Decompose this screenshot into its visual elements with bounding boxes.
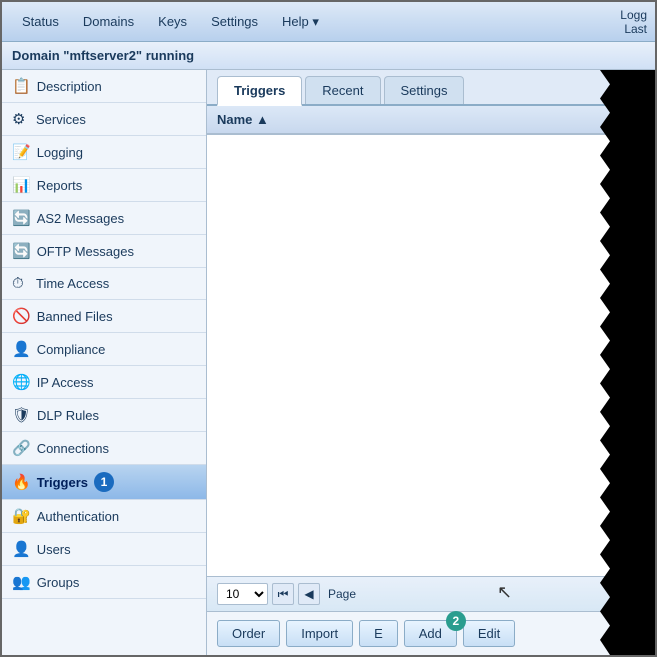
page-label: Page [324, 587, 360, 601]
services-icon: ⚙ [12, 110, 30, 128]
sidebar-item-label-banned-files: Banned Files [37, 309, 113, 324]
sidebar-item-connections[interactable]: 🔗 Connections [2, 432, 206, 465]
sidebar-item-as2-messages[interactable]: 🔄 AS2 Messages [2, 202, 206, 235]
nav-keys[interactable]: Keys [146, 8, 199, 35]
table-area: Name ▲ [207, 106, 655, 576]
reports-icon: 📊 [12, 176, 31, 194]
sidebar-item-dlp-rules[interactable]: 🛡 DLP Rules [2, 399, 206, 432]
sidebar-item-label-authentication: Authentication [37, 509, 119, 524]
sidebar-item-label-time-access: Time Access [36, 276, 109, 291]
nav-help[interactable]: Help ▾ [270, 8, 331, 36]
sidebar-item-services[interactable]: ⚙ Services [2, 103, 206, 136]
sidebar-item-groups[interactable]: 👥 Groups [2, 566, 206, 599]
per-page-select[interactable]: 10 25 50 100 [217, 583, 268, 605]
nav-domains[interactable]: Domains [71, 8, 146, 35]
sidebar-item-label-logging: Logging [37, 145, 83, 160]
logged-in-label: Logg [620, 8, 647, 22]
sidebar-item-compliance[interactable]: 👤 Compliance [2, 333, 206, 366]
action-bar: Order Import E Add 2 Edit [207, 611, 655, 655]
nav-settings[interactable]: Settings [199, 8, 270, 35]
sidebar-item-reports[interactable]: 📊 Reports [2, 169, 206, 202]
sidebar-item-label-ip-access: IP Access [37, 375, 94, 390]
import-button[interactable]: Import [286, 620, 353, 647]
sidebar-item-time-access[interactable]: ⏱ Time Access [2, 268, 206, 300]
triggers-icon: 🔥 [12, 473, 31, 491]
sidebar-item-users[interactable]: 👤 Users [2, 533, 206, 566]
sidebar-item-label-reports: Reports [37, 178, 83, 193]
logged-in-area: Logg Last [620, 8, 647, 36]
sidebar-item-label-dlp-rules: DLP Rules [37, 408, 99, 423]
add-button[interactable]: Add 2 [404, 620, 457, 647]
groups-icon: 👥 [12, 573, 31, 591]
oftp-messages-icon: 🔄 [12, 242, 31, 260]
sidebar-item-label-users: Users [37, 542, 71, 557]
name-column-header[interactable]: Name ▲ [207, 106, 655, 134]
time-access-icon: ⏱ [12, 275, 30, 292]
sidebar-item-label-compliance: Compliance [37, 342, 106, 357]
as2-messages-icon: 🔄 [12, 209, 31, 227]
authentication-icon: 🔐 [12, 507, 31, 525]
sidebar: 📋 Description ⚙ Services 📝 Logging 📊 Reports 🔄 AS… [2, 70, 207, 655]
sidebar-item-label-as2-messages: AS2 Messages [37, 211, 124, 226]
tab-settings-tab[interactable]: Settings [384, 76, 465, 104]
tab-triggers-tab[interactable]: Triggers [217, 76, 302, 106]
description-icon: 📋 [12, 77, 31, 95]
triggers-badge: 1 [94, 472, 114, 492]
tab-recent-tab[interactable]: Recent [305, 76, 380, 104]
sidebar-item-label-triggers: Triggers [37, 475, 88, 490]
sidebar-item-logging[interactable]: 📝 Logging [2, 136, 206, 169]
prev-page-button[interactable]: ◀ [298, 583, 320, 605]
sidebar-item-label-oftp-messages: OFTP Messages [37, 244, 134, 259]
export-button[interactable]: E [359, 620, 398, 647]
tabs-bar: TriggersRecentSettings [207, 70, 655, 106]
ip-access-icon: 🌐 [12, 373, 31, 391]
domain-banner: Domain "mftserver2" running [2, 42, 655, 70]
sidebar-item-description[interactable]: 📋 Description [2, 70, 206, 103]
users-icon: 👤 [12, 540, 31, 558]
banned-files-icon: 🚫 [12, 307, 31, 325]
sidebar-item-banned-files[interactable]: 🚫 Banned Files [2, 300, 206, 333]
pagination-bar: 10 25 50 100 ⏮ ◀ Page [207, 576, 655, 611]
sidebar-item-ip-access[interactable]: 🌐 IP Access [2, 366, 206, 399]
content-area: TriggersRecentSettings Name ▲ 10 25 50 1… [207, 70, 655, 655]
order-button[interactable]: Order [217, 620, 280, 647]
data-table: Name ▲ [207, 106, 655, 135]
compliance-icon: 👤 [12, 340, 31, 358]
sidebar-item-triggers[interactable]: 🔥 Triggers 1 [2, 465, 206, 500]
connections-icon: 🔗 [12, 439, 31, 457]
sidebar-item-label-groups: Groups [37, 575, 80, 590]
edit-button[interactable]: Edit [463, 620, 515, 647]
sidebar-item-oftp-messages[interactable]: 🔄 OFTP Messages [2, 235, 206, 268]
last-label: Last [620, 22, 647, 36]
sidebar-item-authentication[interactable]: 🔐 Authentication [2, 500, 206, 533]
logging-icon: 📝 [12, 143, 31, 161]
dlp-rules-icon: 🛡 [12, 406, 31, 424]
sidebar-item-label-connections: Connections [37, 441, 109, 456]
nav-status[interactable]: Status [10, 8, 71, 35]
first-page-button[interactable]: ⏮ [272, 583, 294, 605]
main-layout: 📋 Description ⚙ Services 📝 Logging 📊 Reports 🔄 AS… [2, 70, 655, 655]
top-nav: Status Domains Keys Settings Help ▾ Logg… [2, 2, 655, 42]
add-badge: 2 [446, 611, 466, 631]
sidebar-item-label-description: Description [37, 79, 102, 94]
sidebar-item-label-services: Services [36, 112, 86, 127]
